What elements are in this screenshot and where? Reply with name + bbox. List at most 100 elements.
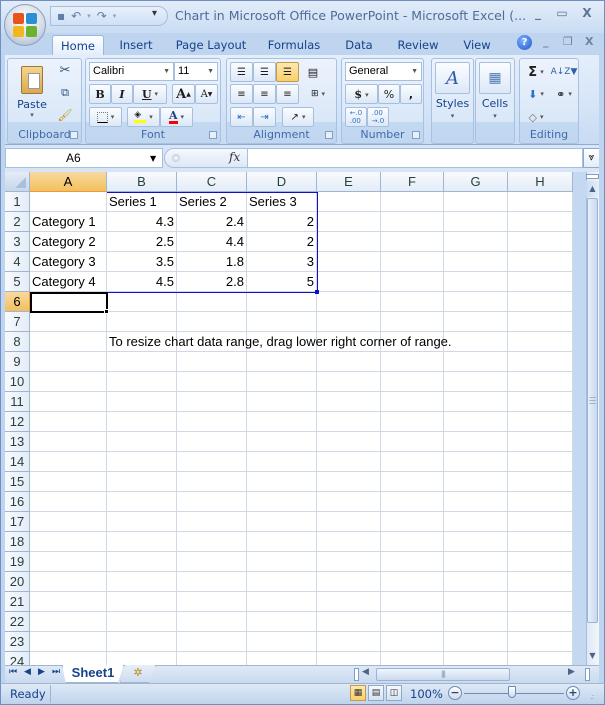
scroll-down-button[interactable]: ▼: [586, 648, 599, 664]
number-launcher-icon[interactable]: [412, 131, 420, 139]
cell-d10[interactable]: [247, 372, 317, 392]
name-box-dropdown-icon[interactable]: ▼: [150, 154, 156, 163]
cell-f15[interactable]: [381, 472, 444, 492]
close-button[interactable]: X: [577, 6, 597, 22]
minimize-button[interactable]: _: [528, 6, 548, 22]
cell-g19[interactable]: [444, 552, 508, 572]
cell-g2[interactable]: [444, 212, 508, 232]
cell-g8[interactable]: [444, 332, 508, 352]
cell-c21[interactable]: [177, 592, 247, 612]
cell-c18[interactable]: [177, 532, 247, 552]
horizontal-scroll-thumb[interactable]: |||: [376, 668, 510, 681]
cell-g16[interactable]: [444, 492, 508, 512]
cell-e5[interactable]: [317, 272, 381, 292]
row-header-20[interactable]: 20: [5, 572, 30, 592]
cell-b4[interactable]: 3.5: [107, 252, 177, 272]
cell-b5[interactable]: 4.5: [107, 272, 177, 292]
align-right-button[interactable]: ≡: [276, 84, 299, 104]
normal-view-button[interactable]: ▦: [350, 685, 366, 701]
cell-a13[interactable]: [30, 432, 107, 452]
select-all-button[interactable]: [5, 172, 30, 192]
cell-b9[interactable]: [107, 352, 177, 372]
cell-e19[interactable]: [317, 552, 381, 572]
vertical-split-box[interactable]: [586, 174, 599, 179]
cell-e21[interactable]: [317, 592, 381, 612]
cell-c17[interactable]: [177, 512, 247, 532]
cell-c14[interactable]: [177, 452, 247, 472]
tab-insert[interactable]: Insert: [113, 35, 159, 55]
decrease-indent-button[interactable]: ⇤: [230, 107, 253, 127]
row-header-14[interactable]: 14: [5, 452, 30, 472]
tab-data[interactable]: Data: [340, 35, 378, 55]
cell-b24[interactable]: [107, 652, 177, 665]
tab-page-layout[interactable]: Page Layout: [172, 35, 250, 55]
cell-h22[interactable]: [508, 612, 573, 632]
increase-decimal-button[interactable]: ←.0.00: [345, 107, 367, 127]
cell-a7[interactable]: [30, 312, 107, 332]
spreadsheet-grid[interactable]: ABCDEFGH 1 2 3 4 5 6 7 8 9 10 11 12 13 14 15 16 17 18 19 20…: [5, 172, 573, 665]
prev-sheet-icon[interactable]: ◀: [24, 667, 31, 677]
align-bottom-button[interactable]: ☰: [276, 62, 299, 82]
cell-b19[interactable]: [107, 552, 177, 572]
undo-icon[interactable]: ↶: [71, 10, 81, 22]
cell-c19[interactable]: [177, 552, 247, 572]
scroll-left-icon[interactable]: ◀: [362, 667, 369, 677]
cell-f18[interactable]: [381, 532, 444, 552]
grow-font-button[interactable]: A ▲: [172, 84, 195, 104]
cell-d19[interactable]: [247, 552, 317, 572]
row-header-4[interactable]: 4: [5, 252, 30, 272]
copy-icon[interactable]: ⧉: [56, 84, 74, 101]
borders-button[interactable]: ▾: [89, 107, 122, 127]
cell-a10[interactable]: [30, 372, 107, 392]
cell-e11[interactable]: [317, 392, 381, 412]
row-header-12[interactable]: 12: [5, 412, 30, 432]
wrap-text-button[interactable]: ▤: [303, 62, 323, 82]
column-header-g[interactable]: G: [444, 172, 508, 192]
format-painter-icon[interactable]: 🖌: [56, 106, 74, 123]
resize-handle-icon[interactable]: [172, 154, 180, 162]
find-select-button[interactable]: ⚭ ▾: [551, 84, 577, 104]
cell-f6[interactable]: [381, 292, 444, 312]
cell-a3[interactable]: Category 2: [30, 232, 107, 252]
paste-button[interactable]: Paste ▾: [12, 61, 52, 123]
bold-button[interactable]: B: [89, 84, 111, 104]
cell-d2[interactable]: 2: [247, 212, 317, 232]
horizontal-split-box[interactable]: [354, 668, 359, 681]
cell-c9[interactable]: [177, 352, 247, 372]
cell-f23[interactable]: [381, 632, 444, 652]
workbook-minimize-button[interactable]: _: [543, 35, 549, 48]
cell-d4[interactable]: 3: [247, 252, 317, 272]
cell-h2[interactable]: [508, 212, 573, 232]
cell-b15[interactable]: [107, 472, 177, 492]
cell-d11[interactable]: [247, 392, 317, 412]
cell-h9[interactable]: [508, 352, 573, 372]
scroll-up-button[interactable]: ▲: [586, 181, 599, 197]
page-break-preview-button[interactable]: ◫: [386, 685, 402, 701]
cell-f2[interactable]: [381, 212, 444, 232]
cell-g3[interactable]: [444, 232, 508, 252]
cell-c1[interactable]: Series 2: [177, 192, 247, 212]
cell-h11[interactable]: [508, 392, 573, 412]
cell-a9[interactable]: [30, 352, 107, 372]
cells-icon[interactable]: ▦: [479, 62, 511, 94]
cell-g4[interactable]: [444, 252, 508, 272]
cell-c20[interactable]: [177, 572, 247, 592]
cell-h20[interactable]: [508, 572, 573, 592]
cell-d6[interactable]: [247, 292, 317, 312]
cell-g5[interactable]: [444, 272, 508, 292]
cell-g18[interactable]: [444, 532, 508, 552]
cell-h24[interactable]: [508, 652, 573, 665]
cell-c11[interactable]: [177, 392, 247, 412]
cell-g21[interactable]: [444, 592, 508, 612]
cell-a18[interactable]: [30, 532, 107, 552]
cell-a12[interactable]: [30, 412, 107, 432]
align-top-button[interactable]: ☰: [230, 62, 253, 82]
cell-f4[interactable]: [381, 252, 444, 272]
scroll-right-icon[interactable]: ▶: [568, 667, 575, 677]
cell-g12[interactable]: [444, 412, 508, 432]
column-header-c[interactable]: C: [177, 172, 247, 192]
cell-a4[interactable]: Category 3: [30, 252, 107, 272]
row-header-24[interactable]: 24: [5, 652, 30, 665]
row-header-19[interactable]: 19: [5, 552, 30, 572]
cell-d23[interactable]: [247, 632, 317, 652]
